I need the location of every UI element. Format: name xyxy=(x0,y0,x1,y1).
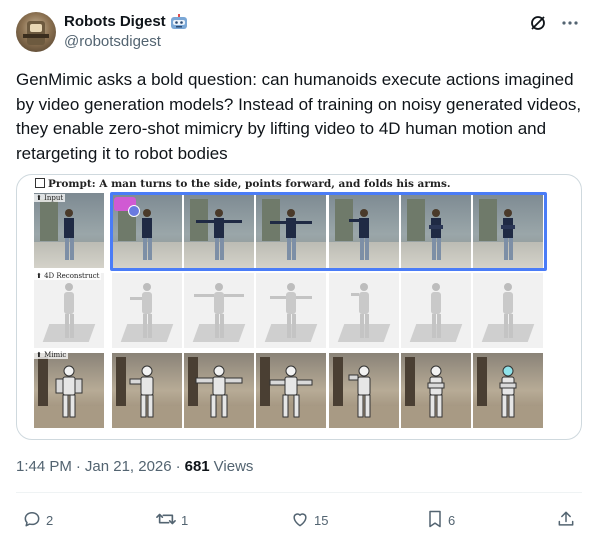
tweet-meta: 1:44 PM · Jan 21, 2026 · 681 Views xyxy=(16,458,253,475)
reply-button[interactable]: 2 xyxy=(22,509,53,532)
mimic-frame xyxy=(256,353,326,428)
reply-count: 2 xyxy=(46,513,54,528)
input-frame xyxy=(256,193,326,268)
mimic-frame xyxy=(473,353,543,428)
like-button[interactable]: 15 xyxy=(290,509,328,532)
tweet-time[interactable]: 1:44 PM xyxy=(16,458,72,475)
edit-note-icon xyxy=(35,178,45,188)
bookmark-count: 6 xyxy=(448,513,456,528)
repost-count: 1 xyxy=(181,513,189,528)
repost-button[interactable]: 1 xyxy=(155,509,188,532)
mimic-frame xyxy=(401,353,471,428)
author-handle[interactable]: @robotsdigest xyxy=(64,33,161,50)
media-prompt: Prompt: A man turns to the side, points … xyxy=(35,178,451,190)
input-frame xyxy=(34,193,104,268)
meta-separator: · xyxy=(175,458,181,475)
reconstruct-frame xyxy=(473,273,543,348)
action-bar: 2 1 15 6 xyxy=(0,507,598,531)
views-label: Views xyxy=(213,458,254,475)
row-label-input: ⬆ Input xyxy=(34,194,66,202)
robot-face-emoji-icon xyxy=(170,13,188,30)
share-icon xyxy=(556,509,576,532)
like-icon xyxy=(290,509,310,532)
more-icon[interactable] xyxy=(560,13,580,33)
like-count: 15 xyxy=(314,513,329,528)
row-label-mimic: ⬆ Mimic xyxy=(34,351,69,359)
reconstruct-frame xyxy=(256,273,326,348)
author-name-row: Robots Digest xyxy=(64,13,188,30)
avatar-robot-figure xyxy=(23,21,49,45)
row-label-mimic-text: Mimic xyxy=(44,351,67,359)
meta-separator: · xyxy=(75,458,81,475)
input-frame xyxy=(401,193,471,268)
tweet-text: GenMimic asks a bold question: can human… xyxy=(16,70,582,163)
reply-icon xyxy=(22,509,42,532)
row-label-input-text: Input xyxy=(44,194,64,202)
mimic-frame xyxy=(184,353,254,428)
divider xyxy=(16,492,582,493)
reconstruct-frame xyxy=(184,273,254,348)
reconstruct-frame xyxy=(401,273,471,348)
tweet-date[interactable]: Jan 21, 2026 xyxy=(85,458,172,475)
reconstruct-frame xyxy=(34,273,104,348)
avatar[interactable] xyxy=(16,12,56,52)
reconstruct-frame xyxy=(112,273,182,348)
header-actions xyxy=(528,13,580,33)
repost-icon xyxy=(155,509,177,532)
input-frame xyxy=(473,193,543,268)
display-name[interactable]: Robots Digest xyxy=(64,13,166,30)
row-label-reconstruct: ⬆ 4D Reconstruct xyxy=(34,272,102,280)
views-count: 681 xyxy=(184,458,210,475)
tweet-media[interactable]: Prompt: A man turns to the side, points … xyxy=(16,174,582,440)
share-button[interactable] xyxy=(556,509,576,532)
media-prompt-text: Prompt: A man turns to the side, points … xyxy=(48,178,451,190)
bookmark-icon xyxy=(426,509,444,532)
mimic-frame xyxy=(112,353,182,428)
mimic-frame xyxy=(34,353,104,428)
grok-icon[interactable] xyxy=(528,13,548,33)
row-label-reconstruct-text: 4D Reconstruct xyxy=(44,272,100,280)
bookmark-button[interactable]: 6 xyxy=(426,509,455,532)
reconstruct-frame xyxy=(329,273,399,348)
video-generation-badge-icon xyxy=(114,197,140,217)
input-frame xyxy=(184,193,254,268)
mimic-frame xyxy=(329,353,399,428)
input-frame xyxy=(329,193,399,268)
